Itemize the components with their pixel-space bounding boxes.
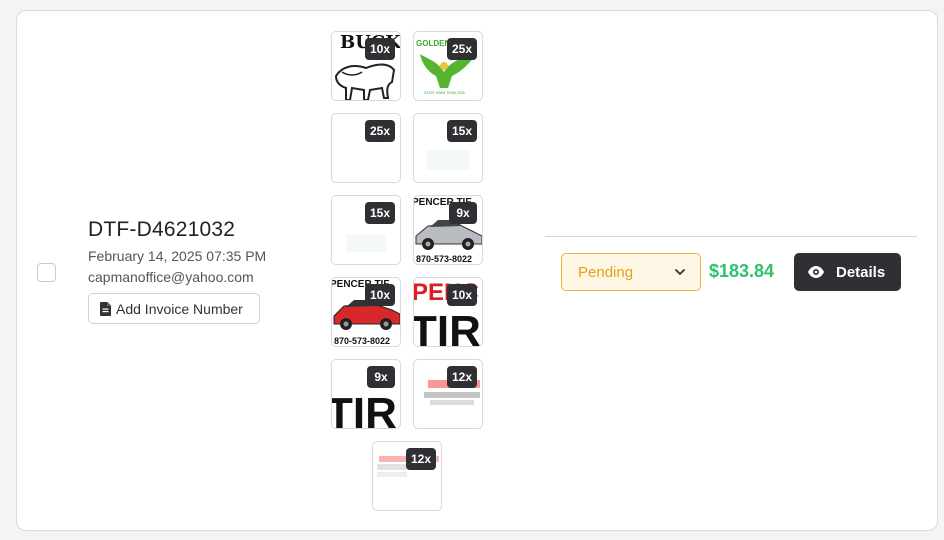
quantity-badge: 25x [364, 120, 395, 142]
quantity-badge: 12x [405, 448, 436, 470]
quantity-badge: 25x [446, 38, 477, 60]
status-value: Pending [578, 263, 634, 281]
order-total: $183.84 [709, 261, 775, 281]
art-subtitle: STATE SWIM TEAM 2025 [424, 91, 465, 95]
quantity-badge: 12x [446, 366, 477, 388]
eye-icon [808, 266, 824, 278]
art-subtitle: 870-573-8022 [416, 254, 472, 264]
customer-email: capmanoffice@yahoo.com [88, 269, 254, 285]
quantity-badge: 9x [449, 202, 477, 224]
design-thumbnail[interactable]: 12x [413, 359, 483, 429]
details-button-label: Details [836, 263, 886, 281]
quantity-badge: 15x [364, 202, 395, 224]
design-thumbnail[interactable]: PENCER TIF 870-573-8022 10x [331, 277, 401, 347]
design-thumbnail[interactable]: TIR 9x [331, 359, 401, 429]
order-date: February 14, 2025 07:35 PM [88, 248, 267, 264]
divider [545, 236, 917, 237]
invoice-button-label: Add Invoice Number [116, 300, 243, 317]
design-thumbnail[interactable]: BUCK 10x [331, 31, 401, 101]
art-text: TIR [332, 389, 397, 429]
design-thumbnail[interactable]: PENCER TIF 870-573-8022 9x [413, 195, 483, 265]
design-thumbnail[interactable]: GOLDEN STATE SWIM TEAM 2025 25x [413, 31, 483, 101]
design-thumbnail[interactable]: PENC TIR 10x [413, 277, 483, 347]
details-button[interactable]: Details [794, 253, 901, 291]
art-subtitle: TIR [414, 307, 481, 347]
chevron-down-icon [675, 269, 685, 275]
status-select[interactable]: Pending [561, 253, 701, 291]
quantity-badge: 15x [446, 120, 477, 142]
file-icon [100, 301, 111, 316]
design-thumbnail[interactable]: 15x [413, 113, 483, 183]
art-subtitle: 870-573-8022 [334, 336, 390, 346]
quantity-badge: 10x [364, 38, 395, 60]
art-title: GOLDEN [416, 39, 450, 48]
quantity-badge: 10x [446, 284, 477, 306]
design-thumbnail[interactable]: 12x [372, 441, 442, 511]
order-select-checkbox[interactable] [37, 263, 56, 282]
quantity-badge: 9x [367, 366, 395, 388]
quantity-badge: 10x [364, 284, 395, 306]
design-thumbnail[interactable]: 25x [331, 113, 401, 183]
add-invoice-number-button[interactable]: Add Invoice Number [88, 293, 260, 324]
order-id: DTF-D4621032 [88, 218, 236, 241]
design-thumbnail[interactable]: 15x [331, 195, 401, 265]
